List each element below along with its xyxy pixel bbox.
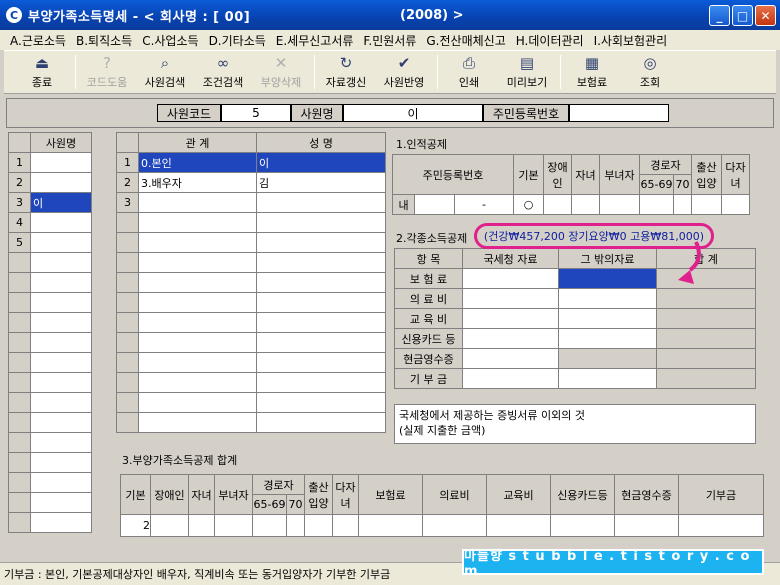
table-row[interactable]: 4 bbox=[8, 212, 92, 233]
employee-name-label: 사원명 bbox=[291, 104, 343, 122]
deductions-title: 2.각종소득공제 bbox=[396, 232, 468, 245]
selected-employee[interactable]: 이 bbox=[30, 192, 92, 213]
insurance-icon: ▦ bbox=[584, 54, 600, 72]
basic-count: 2 bbox=[120, 514, 151, 537]
table-row[interactable]: 1 bbox=[8, 152, 92, 173]
rrn-field[interactable] bbox=[569, 104, 669, 122]
summary-title: 3.부양가족소득공제 합계 bbox=[122, 454, 238, 467]
rrn-label: 주민등록번호 bbox=[483, 104, 569, 122]
table-row[interactable]: 교 육 비 bbox=[394, 308, 756, 329]
window-title: 부양가족소득명세 - < 회사명 : [ 00] bbox=[28, 9, 251, 25]
dependents-table: 관 계성 명 1 0.본인 이 2 3.배우자 김 3 bbox=[116, 132, 386, 433]
employee-code-field[interactable]: 5 bbox=[221, 104, 291, 122]
table-row[interactable]: 기 부 금 bbox=[394, 368, 756, 389]
minimize-button[interactable]: _ bbox=[709, 5, 730, 26]
insurance-other-cell[interactable] bbox=[558, 268, 657, 289]
title-bar: C 부양가족소득명세 - < 회사명 : [ 00] (2008) > _ □ … bbox=[0, 0, 780, 30]
table-row[interactable]: 의 료 비 bbox=[394, 288, 756, 309]
menu-item-social-insurance[interactable]: I.사회보험관리 bbox=[594, 32, 668, 49]
menu-item-civil-documents[interactable]: F.민원서류 bbox=[363, 32, 416, 49]
toolbar: ⏏ 종료 ? 코드도움 ⌕ 사원검색 ∞ 조건검색 ✕ 부양삭제 ↻ 자료갱신 ✔ 사원반영 … bbox=[4, 50, 776, 94]
table-row[interactable]: 5 bbox=[8, 232, 92, 253]
personal-deduction-table: 주민등록번호 기본 장애인 자녀 부녀자 경로자 출산입양 다자녀 65-69 … bbox=[392, 154, 750, 215]
search-icon: ⌕ bbox=[160, 54, 170, 72]
employee-info-bar: 사원코드 5 사원명 이 주민등록번호 bbox=[6, 98, 774, 128]
delete-icon: ✕ bbox=[274, 54, 288, 72]
binoculars-icon: ∞ bbox=[216, 54, 230, 72]
annotation-arrow bbox=[678, 241, 701, 284]
summary-table: 기본 장애인 자녀 부녀자 경로자 출산입양 다자녀 보험료 의료비 교육비 신… bbox=[120, 474, 764, 537]
exit-button[interactable]: ⏏ 종료 bbox=[14, 52, 70, 92]
watermark: 마늘향 s t u b b l e . t i s t o r y . c o … bbox=[462, 549, 764, 579]
app-icon: C bbox=[6, 7, 22, 23]
table-row[interactable]: 2 3.배우자 김 bbox=[116, 172, 386, 193]
menu-item-earned-income[interactable]: A.근로소득 bbox=[10, 32, 66, 49]
maximize-button[interactable]: □ bbox=[732, 5, 753, 26]
menu-item-other-income[interactable]: D.기타소득 bbox=[209, 32, 266, 49]
summary-row: 2 bbox=[120, 514, 764, 537]
relation-header: 관 계 bbox=[138, 132, 257, 153]
note-box: 국세청에서 제공하는 증빙서류 이외의 것 (실제 지출한 금액) bbox=[394, 404, 756, 444]
preview-icon: ▤ bbox=[519, 54, 535, 72]
menu-item-electronic-media[interactable]: G.전산매체신고 bbox=[426, 32, 505, 49]
table-row[interactable]: 현금영수증 bbox=[394, 348, 756, 369]
table-row[interactable]: 2 bbox=[8, 172, 92, 193]
basic-deduction-check[interactable]: ○ bbox=[513, 194, 544, 215]
print-icon: ⎙ bbox=[462, 54, 475, 72]
employee-code-label: 사원코드 bbox=[157, 104, 221, 122]
query-icon: ◎ bbox=[643, 54, 657, 72]
personal-deduction-row[interactable]: 내 - ○ bbox=[392, 194, 750, 215]
refresh-icon: ↻ bbox=[339, 54, 353, 72]
table-row[interactable]: 1 0.본인 이 bbox=[116, 152, 386, 173]
employee-list: 사원명 1 2 3이 4 5 bbox=[8, 132, 92, 533]
window-year: (2008) > bbox=[400, 8, 464, 23]
table-row[interactable]: 3이 bbox=[8, 192, 92, 213]
menu-bar: A.근로소득 B.퇴직소득 C.사업소득 D.기타소득 E.세무신고서류 F.민… bbox=[0, 30, 780, 50]
menu-item-tax-filing[interactable]: E.세무신고서류 bbox=[276, 32, 354, 49]
code-help-button[interactable]: ? 코드도움 bbox=[79, 52, 135, 92]
table-row[interactable]: 3 bbox=[116, 192, 386, 213]
condition-search-button[interactable]: ∞ 조건검색 bbox=[195, 52, 251, 92]
query-button[interactable]: ◎ 조회 bbox=[622, 52, 678, 92]
close-button[interactable]: ✕ bbox=[755, 5, 776, 26]
menu-item-retirement-income[interactable]: B.퇴직소득 bbox=[76, 32, 132, 49]
preview-button[interactable]: ▤ 미리보기 bbox=[499, 52, 555, 92]
insurance-button[interactable]: ▦ 보험료 bbox=[564, 52, 620, 92]
employee-name-field[interactable]: 이 bbox=[343, 104, 483, 122]
help-icon: ? bbox=[103, 54, 111, 72]
delete-dependent-button[interactable]: ✕ 부양삭제 bbox=[253, 52, 309, 92]
apply-icon: ✔ bbox=[397, 54, 411, 72]
print-button[interactable]: ⎙ 인쇄 bbox=[441, 52, 497, 92]
apply-employee-button[interactable]: ✔ 사원반영 bbox=[376, 52, 432, 92]
refresh-data-button[interactable]: ↻ 자료갱신 bbox=[318, 52, 374, 92]
menu-item-data-management[interactable]: H.데이터관리 bbox=[516, 32, 584, 49]
menu-item-business-income[interactable]: C.사업소득 bbox=[142, 32, 198, 49]
exit-icon: ⏏ bbox=[34, 54, 50, 72]
employee-search-button[interactable]: ⌕ 사원검색 bbox=[137, 52, 193, 92]
employee-list-header: 사원명 bbox=[30, 132, 92, 153]
table-row[interactable]: 신용카드 등 bbox=[394, 328, 756, 349]
personal-deduction-title: 1.인적공제 bbox=[396, 138, 447, 151]
name-header: 성 명 bbox=[256, 132, 386, 153]
